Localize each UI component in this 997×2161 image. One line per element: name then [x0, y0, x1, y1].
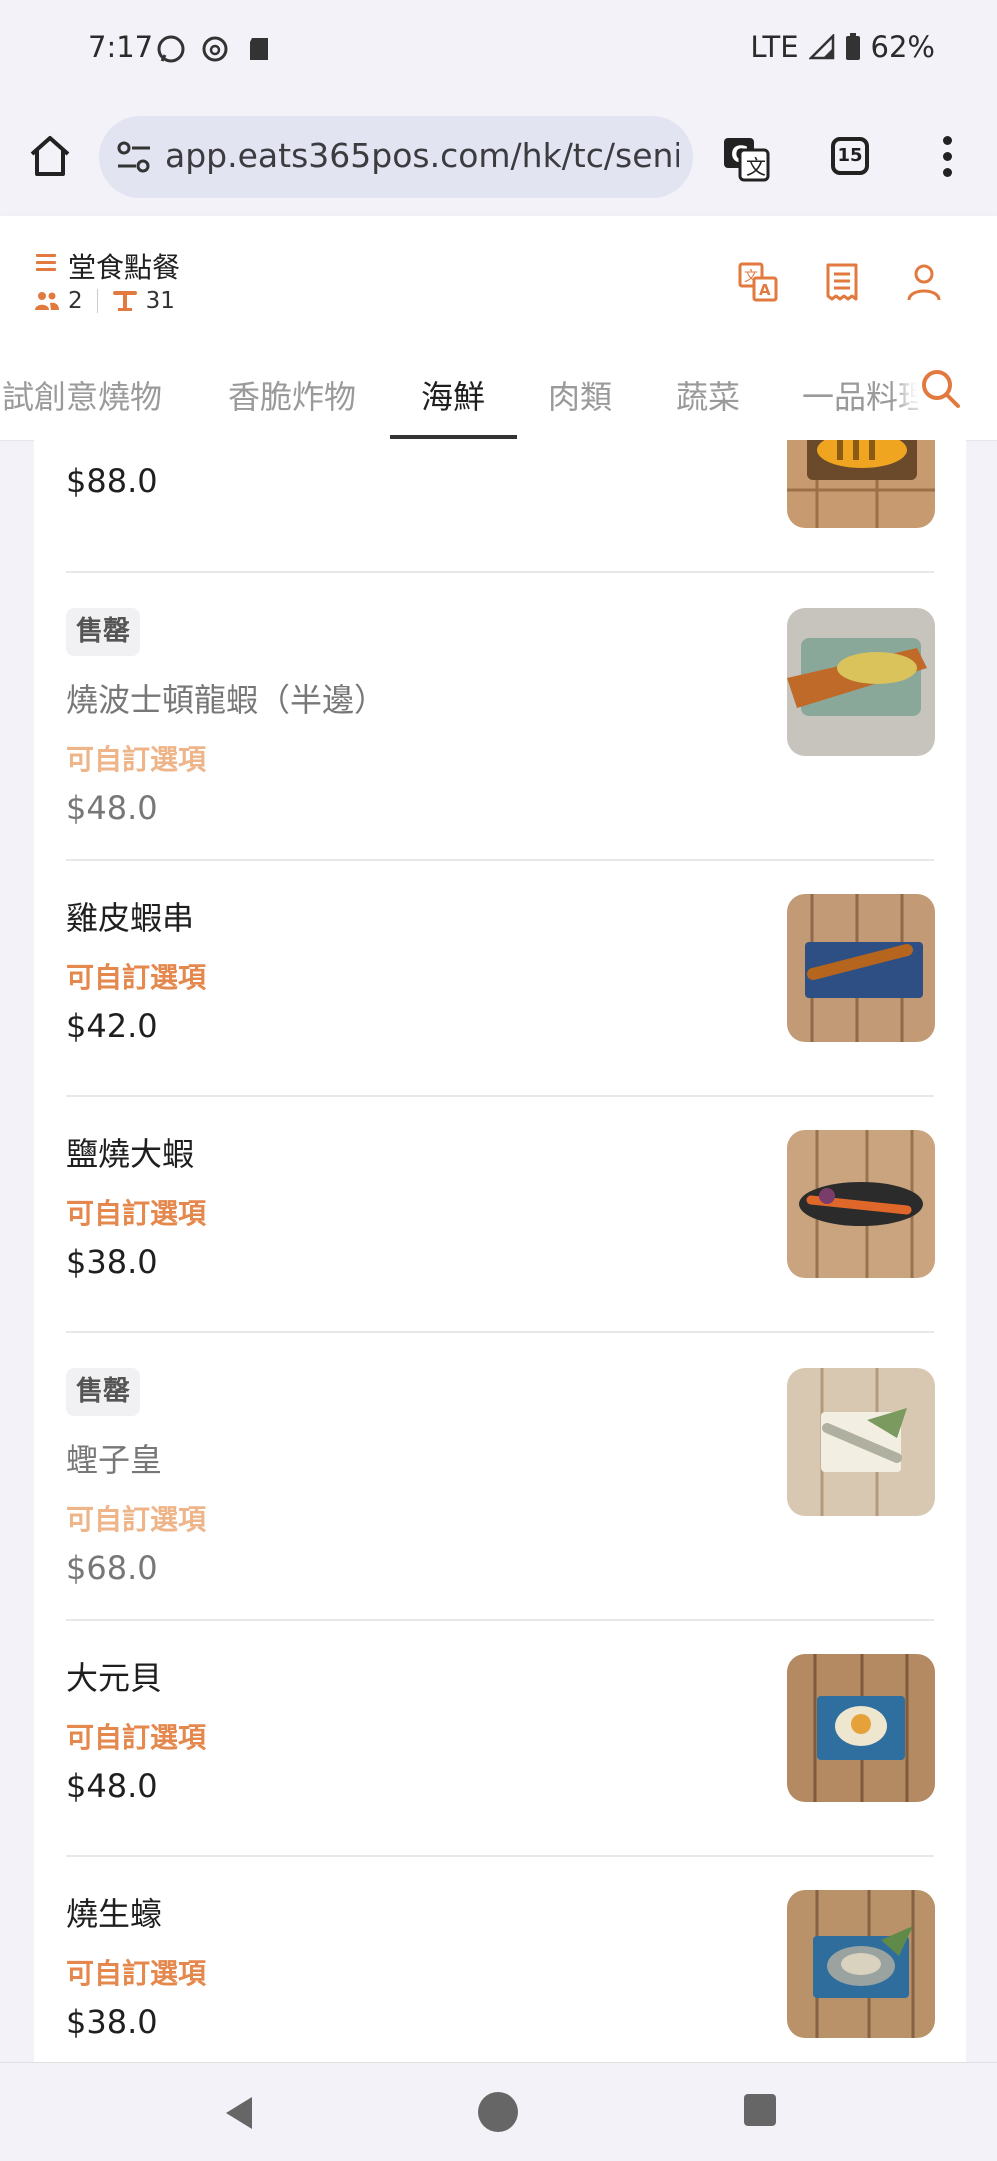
food-photo — [787, 1130, 935, 1278]
item-price: $48.0 — [66, 789, 158, 827]
meta-divider — [96, 289, 98, 313]
signal-icon — [808, 34, 834, 60]
notification-icons — [156, 34, 274, 64]
item-price: $42.0 — [66, 1007, 158, 1045]
tab-category[interactable]: 蔬菜 — [676, 372, 740, 418]
network-label: LTE — [750, 30, 799, 64]
svg-text:A: A — [759, 281, 771, 299]
status-right: LTE 62% — [750, 30, 935, 64]
translate-icon[interactable]: G文 — [722, 134, 770, 182]
item-options-label: 可自訂選項 — [66, 1721, 207, 1754]
tab-category[interactable]: 香脆炸物 — [228, 372, 356, 418]
item-price: $48.0 — [66, 1767, 158, 1805]
item-name: 大元貝 — [66, 1659, 163, 1697]
item-price: $38.0 — [66, 2003, 158, 2041]
app-header: 堂食點餐 2 31 文A — [0, 216, 997, 344]
item-name: 雞皮蝦串 — [66, 899, 195, 937]
system-nav-bar — [0, 2062, 997, 2161]
table-info: 2 31 — [34, 288, 175, 314]
sold-out-badge: 售罄 — [66, 608, 140, 656]
item-options-label: 可自訂選項 — [66, 1503, 207, 1536]
item-price: $68.0 — [66, 1549, 158, 1587]
account-icon[interactable] — [904, 262, 944, 302]
table-icon — [112, 291, 137, 311]
menu-item[interactable]: 雞皮蝦串 可自訂選項 $42.0 — [34, 861, 966, 1097]
menu-item[interactable]: 售罄 蟶子皇 可自訂選項 $68.0 — [34, 1333, 966, 1621]
tab-category[interactable]: 一品料理 — [802, 372, 930, 418]
menu-item[interactable]: 鹽燒大蝦 可自訂選項 $38.0 — [34, 1097, 966, 1333]
url-text[interactable]: app.eats365pos.com/hk/tc/senizaka — [165, 136, 679, 175]
food-photo — [787, 1368, 935, 1516]
tab-category-active[interactable]: 海鮮 — [421, 372, 485, 418]
search-icon[interactable] — [918, 366, 964, 412]
menu-item[interactable]: 大元貝 可自訂選項 $48.0 — [34, 1621, 966, 1857]
status-bar: 7:17 LTE 62% — [0, 0, 997, 100]
more-menu-icon[interactable] — [938, 136, 956, 180]
threads-icon — [202, 36, 228, 62]
back-icon[interactable] — [220, 2093, 260, 2133]
item-options-label: 可自訂選項 — [66, 1957, 207, 1990]
menu-item-list: $88.0 售罄 燒波士頓龍蝦（半邊） 可自訂選項 $48.0 雞皮蝦串 可自訂… — [34, 440, 966, 2062]
site-settings-icon[interactable] — [116, 140, 152, 174]
food-photo — [787, 1654, 935, 1802]
guests-icon — [35, 292, 59, 310]
item-options-label: 可自訂選項 — [66, 1197, 207, 1230]
recents-icon[interactable] — [744, 2094, 776, 2126]
order-mode-title[interactable]: 堂食點餐 — [68, 246, 180, 286]
item-name: 蟶子皇 — [66, 1441, 163, 1479]
menu-item[interactable]: 售罄 燒波士頓龍蝦（半邊） 可自訂選項 $48.0 — [34, 573, 966, 861]
whatsapp-icon — [157, 35, 185, 63]
table-number: 31 — [145, 288, 175, 314]
tab-category[interactable]: 試創意燒物 — [2, 372, 162, 418]
svg-text:文: 文 — [746, 155, 766, 179]
browser-toolbar: app.eats365pos.com/hk/tc/senizaka G文 15 — [0, 100, 997, 216]
food-photo — [787, 608, 935, 756]
active-tab-indicator — [390, 435, 517, 439]
item-name: 燒生蠔 — [66, 1895, 163, 1933]
hamburger-menu-icon[interactable] — [36, 254, 56, 272]
item-name: 燒波士頓龍蝦（半邊） — [66, 681, 387, 719]
item-price: $38.0 — [66, 1243, 158, 1281]
food-photo — [787, 894, 935, 1042]
tab-category[interactable]: 肉類 — [548, 372, 612, 418]
status-time: 7:17 — [88, 30, 154, 64]
item-price: $88.0 — [66, 462, 158, 500]
receipt-icon[interactable] — [822, 262, 862, 302]
sold-out-badge: 售罄 — [66, 1368, 140, 1416]
menu-item[interactable]: 燒生蠔 可自訂選項 $38.0 — [34, 1857, 966, 2062]
language-icon[interactable]: 文A — [738, 262, 778, 302]
guest-count: 2 — [68, 288, 83, 314]
battery-level: 62% — [870, 30, 935, 64]
item-options-label: 可自訂選項 — [66, 961, 207, 994]
sd-card-icon — [250, 38, 268, 60]
home-icon[interactable] — [26, 132, 74, 180]
item-name: 鹽燒大蝦 — [66, 1135, 195, 1173]
food-photo — [787, 1890, 935, 2038]
item-options-label: 可自訂選項 — [66, 743, 207, 776]
menu-item[interactable]: $88.0 — [34, 440, 966, 573]
food-photo — [787, 440, 935, 528]
address-bar[interactable]: app.eats365pos.com/hk/tc/senizaka — [99, 116, 693, 198]
battery-icon — [845, 33, 860, 60]
home-nav-icon[interactable] — [478, 2092, 518, 2132]
tab-switcher-button[interactable]: 15 — [831, 137, 869, 175]
category-tabs: 試創意燒物 香脆炸物 海鮮 肉類 蔬菜 一品料理 — [0, 344, 997, 441]
